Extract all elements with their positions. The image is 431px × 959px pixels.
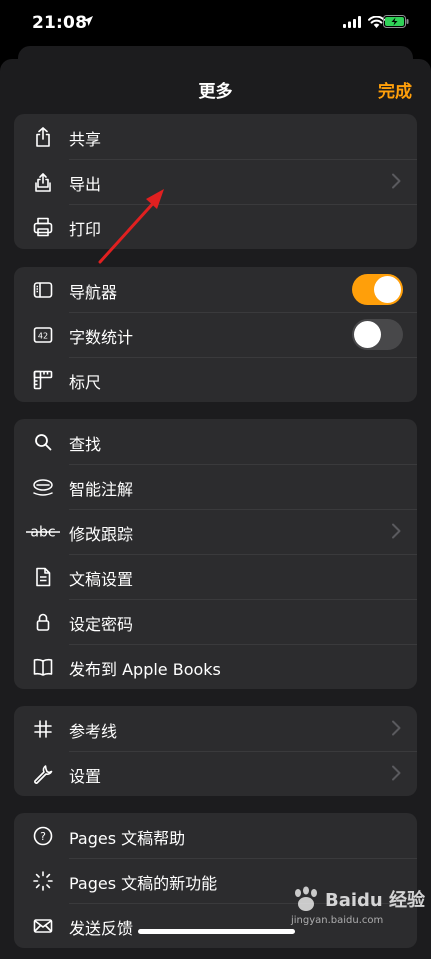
menu-group-output: 共享 导出 打印 xyxy=(14,114,417,249)
menu-item-pages-help[interactable]: ? Pages 文稿帮助 xyxy=(14,813,417,858)
envelope-icon xyxy=(31,914,55,938)
whats-new-icon xyxy=(31,869,55,893)
menu-item-find[interactable]: 查找 xyxy=(14,419,417,464)
menu-item-settings[interactable]: 设置 xyxy=(14,751,417,796)
menu-item-guides[interactable]: 参考线 xyxy=(14,706,417,751)
menu-item-label: 打印 xyxy=(69,220,102,239)
ruler-icon xyxy=(31,368,55,392)
lock-icon xyxy=(31,610,55,634)
menu-item-label: 设定密码 xyxy=(69,615,134,634)
baidu-paw-logo xyxy=(295,886,317,911)
chevron-right-icon xyxy=(392,173,401,189)
menu-item-label: 标尺 xyxy=(69,373,102,392)
watermark-brand: Baidu 经验 xyxy=(325,890,426,911)
menu-item-label: 发布到 Apple Books xyxy=(69,660,221,679)
menu-item-track-changes[interactable]: abc 修改跟踪 xyxy=(14,509,417,554)
watermark-url: jingyan.baidu.com xyxy=(291,915,384,926)
menu-item-publish-apple-books[interactable]: 发布到 Apple Books xyxy=(14,644,417,689)
menu-item-ruler[interactable]: 标尺 xyxy=(14,357,417,402)
menu-item-navigator[interactable]: 导航器 xyxy=(14,267,417,312)
menu-item-label: 参考线 xyxy=(69,722,118,741)
navigator-icon xyxy=(31,278,55,302)
toggle-knob xyxy=(354,321,381,348)
menu-item-label: 设置 xyxy=(69,767,102,786)
menu-item-share[interactable]: 共享 xyxy=(14,114,417,159)
menu-item-word-count[interactable]: 42 字数统计 xyxy=(14,312,417,357)
menu-item-label: 修改跟踪 xyxy=(69,525,134,544)
guides-icon xyxy=(31,717,55,741)
menu-item-label: 共享 xyxy=(69,130,102,149)
svg-text:?: ? xyxy=(40,830,46,843)
menu-item-label: Pages 文稿帮助 xyxy=(69,829,186,848)
wrench-icon xyxy=(31,762,55,786)
smart-annotation-icon xyxy=(31,475,55,499)
printer-icon xyxy=(31,215,55,239)
menu-item-label: 导航器 xyxy=(69,283,118,302)
document-icon xyxy=(31,565,55,589)
done-button[interactable]: 完成 xyxy=(378,77,412,102)
word-count-icon: 42 xyxy=(31,323,55,347)
help-icon: ? xyxy=(31,824,55,848)
menu-item-label: 查找 xyxy=(69,435,102,454)
battery-charging-icon xyxy=(383,15,409,28)
menu-item-label: 字数统计 xyxy=(69,328,134,347)
menu-item-label: 智能注解 xyxy=(69,480,134,499)
home-indicator xyxy=(138,929,295,934)
menu-item-export[interactable]: 导出 xyxy=(14,159,417,204)
menu-item-label: 发送反馈 xyxy=(69,919,134,938)
toggle-knob xyxy=(374,276,401,303)
navigator-toggle[interactable] xyxy=(352,274,403,305)
menu-group-view: 导航器 42 字数统计 标尺 xyxy=(14,267,417,402)
export-icon xyxy=(31,170,55,194)
menu-item-label: Pages 文稿的新功能 xyxy=(69,874,218,893)
svg-text:42: 42 xyxy=(38,332,48,341)
menu-item-print[interactable]: 打印 xyxy=(14,204,417,249)
status-time: 21:08 xyxy=(32,13,88,33)
sheet-title: 更多 xyxy=(198,82,233,102)
menu-item-label: 导出 xyxy=(69,175,102,194)
share-icon xyxy=(31,125,55,149)
cellular-signal-icon xyxy=(343,16,361,28)
menu-item-document-setup[interactable]: 文稿设置 xyxy=(14,554,417,599)
menu-item-set-password[interactable]: 设定密码 xyxy=(14,599,417,644)
chevron-right-icon xyxy=(392,523,401,539)
menu-group-settings: 参考线 设置 xyxy=(14,706,417,796)
book-icon xyxy=(31,655,55,679)
chevron-right-icon xyxy=(392,765,401,781)
word-count-toggle[interactable] xyxy=(352,319,403,350)
menu-group-tools: 查找 智能注解 abc 修改跟踪 文稿设置 设定密码 发布到 Apple Boo… xyxy=(14,419,417,689)
chevron-right-icon xyxy=(392,720,401,736)
menu-item-label: 文稿设置 xyxy=(69,570,134,589)
watermark: Baidu 经验 jingyan.baidu.com xyxy=(289,886,425,930)
track-changes-icon: abc xyxy=(24,520,62,544)
location-arrow-icon xyxy=(83,16,93,26)
menu-item-smart-annotation[interactable]: 智能注解 xyxy=(14,464,417,509)
status-bar: 21:08 xyxy=(0,0,431,48)
search-icon xyxy=(31,430,55,454)
